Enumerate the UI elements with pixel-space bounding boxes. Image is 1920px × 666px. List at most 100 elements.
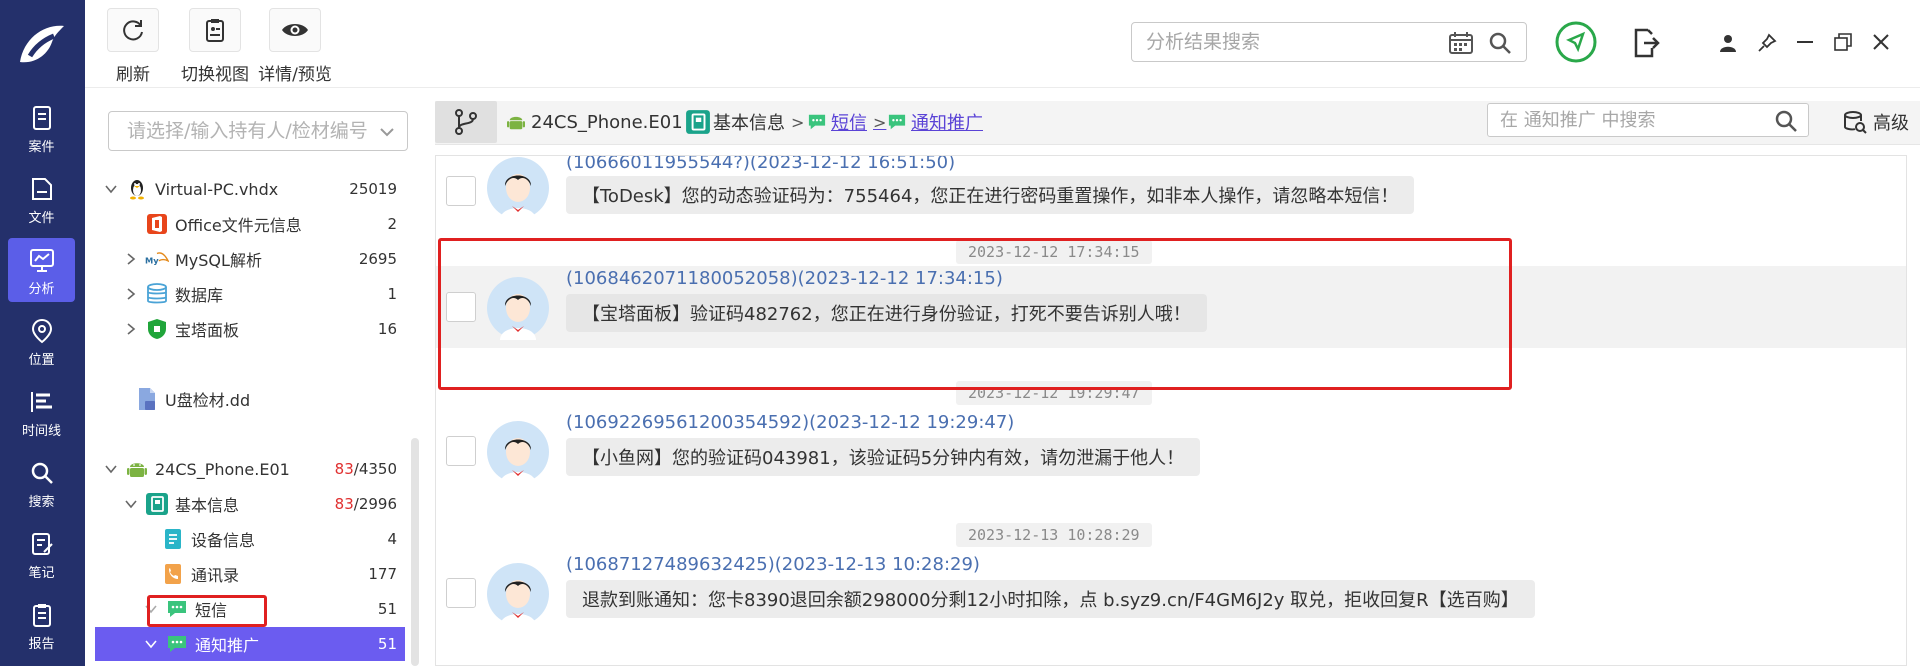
refresh-button[interactable]: 刷新 bbox=[107, 8, 159, 85]
avatar-icon bbox=[487, 277, 549, 340]
chevron-down-icon[interactable] bbox=[143, 601, 159, 617]
tree-item-baota[interactable]: 宝塔面板 16 bbox=[95, 312, 405, 346]
tree-item-count: 83/4350 bbox=[334, 460, 397, 478]
android-icon bbox=[507, 116, 525, 130]
list-item[interactable]: (10687127489632425)(2023-12-13 10:28:29)… bbox=[436, 552, 1906, 642]
tree-item-basic-info[interactable]: 基本信息 83/2996 bbox=[95, 487, 405, 521]
detail-preview-label: 详情/预览 bbox=[258, 65, 332, 85]
search-icon bbox=[31, 462, 53, 484]
sms-icon bbox=[165, 597, 189, 621]
avatar-icon bbox=[487, 421, 549, 484]
message-sender: (10666011955544?)(2023-12-12 16:51:50) bbox=[566, 155, 956, 173]
promo-search-box bbox=[1487, 103, 1809, 137]
nav-report[interactable]: 报告 bbox=[8, 593, 75, 657]
tree-item-device-info[interactable]: 设备信息 4 bbox=[95, 522, 405, 556]
tree-item-label: 设备信息 bbox=[191, 531, 256, 550]
timestamp-divider: 2023-12-12 17:34:15 bbox=[956, 240, 1152, 264]
list-item[interactable]: (10666011955544?)(2023-12-12 16:51:50) 【… bbox=[436, 156, 1906, 236]
avatar-icon bbox=[487, 157, 549, 220]
message-sender: (10687127489632425)(2023-12-13 10:28:29) bbox=[566, 554, 980, 575]
chevron-down-icon[interactable] bbox=[103, 461, 119, 477]
basic-info-icon bbox=[686, 110, 710, 134]
tree-item-virtual-pc[interactable]: Virtual-PC.vhdx 25019 bbox=[95, 172, 405, 206]
search-magnifier-icon[interactable] bbox=[1488, 31, 1512, 55]
report-icon bbox=[32, 604, 51, 627]
chevron-down-icon[interactable] bbox=[143, 636, 159, 652]
nav-analysis[interactable]: 分析 bbox=[8, 238, 75, 302]
tree-item-contacts[interactable]: 通讯录 177 bbox=[95, 557, 405, 591]
nav-file[interactable]: 文件 bbox=[8, 167, 75, 231]
tree-item-database[interactable]: 数据库 1 bbox=[95, 277, 405, 311]
tree-scrollbar[interactable] bbox=[411, 438, 419, 666]
nav-timeline[interactable]: 时间线 bbox=[8, 380, 75, 444]
holder-select-input[interactable] bbox=[109, 112, 369, 150]
nav-analysis-label: 分析 bbox=[28, 282, 55, 297]
evidence-tree-panel: Virtual-PC.vhdx 25019 Office文件元信息 2 My M… bbox=[85, 88, 420, 666]
calendar-icon[interactable] bbox=[1448, 31, 1474, 55]
detail-preview-button[interactable]: 详情/预览 bbox=[255, 8, 335, 85]
timestamp-divider: 2023-12-13 10:28:29 bbox=[956, 523, 1152, 547]
switch-view-button[interactable]: 切换视图 bbox=[180, 8, 250, 85]
message-checkbox[interactable] bbox=[446, 292, 476, 322]
tree-item-promo[interactable]: 通知推广 51 bbox=[95, 627, 405, 661]
crumb-device-label: 24CS_Phone.E01 bbox=[531, 111, 683, 133]
locate-pin-icon[interactable] bbox=[1554, 20, 1598, 64]
chevron-down-icon[interactable] bbox=[123, 496, 139, 512]
tree-item-label: Office文件元信息 bbox=[175, 216, 302, 235]
nav-location[interactable]: 位置 bbox=[8, 309, 75, 373]
crumb-device[interactable]: 24CS_Phone.E01> bbox=[507, 101, 708, 143]
search-magnifier-icon[interactable] bbox=[1774, 109, 1798, 133]
advanced-search-label: 高级 bbox=[1873, 113, 1909, 134]
tree-item-phone[interactable]: 24CS_Phone.E01 83/4350 bbox=[95, 452, 405, 486]
crumb-basic-label: 基本信息 bbox=[713, 113, 785, 134]
notes-icon bbox=[31, 533, 53, 555]
message-body: 【宝塔面板】验证码482762，您正在进行身份验证，打死不要告诉别人哦！ bbox=[566, 294, 1207, 332]
tree-item-mysql[interactable]: My MySQL解析 2695 bbox=[95, 242, 405, 276]
baota-shield-icon bbox=[145, 317, 169, 341]
nav-notes-label: 笔记 bbox=[28, 566, 55, 581]
chevron-down-icon[interactable] bbox=[377, 122, 397, 142]
tree-item-office-meta[interactable]: Office文件元信息 2 bbox=[95, 207, 405, 241]
holder-select[interactable] bbox=[108, 111, 408, 151]
analysis-icon bbox=[29, 249, 54, 272]
chevron-right-icon[interactable] bbox=[123, 321, 139, 337]
nav-case[interactable]: 案件 bbox=[8, 96, 75, 160]
user-icon[interactable] bbox=[1719, 34, 1737, 52]
chevron-right-icon[interactable] bbox=[123, 251, 139, 267]
message-sender: (1068462071180052058)(2023-12-12 17:34:1… bbox=[566, 268, 1003, 289]
message-checkbox[interactable] bbox=[446, 578, 476, 608]
mysql-icon: My bbox=[145, 247, 169, 271]
pin-icon[interactable] bbox=[1757, 33, 1777, 53]
crumb-promo[interactable]: 通知推广 bbox=[887, 101, 983, 143]
close-icon[interactable] bbox=[1872, 33, 1890, 51]
contacts-icon bbox=[161, 562, 185, 586]
timestamp-divider: 2023-12-12 19:29:47 bbox=[956, 381, 1152, 405]
analysis-search-input[interactable] bbox=[1132, 23, 1432, 61]
crumb-basic-info[interactable]: 基本信息 > bbox=[685, 101, 810, 143]
list-item[interactable]: (1068462071180052058)(2023-12-12 17:34:1… bbox=[436, 266, 1906, 348]
list-item[interactable]: (10692269561200354592)(2023-12-12 19:29:… bbox=[436, 410, 1906, 492]
analysis-search-box bbox=[1131, 22, 1527, 62]
chevron-down-icon[interactable] bbox=[103, 181, 119, 197]
refresh-label: 刷新 bbox=[116, 65, 150, 85]
message-body: 【小鱼网】您的验证码043981，该验证码5分钟内有效，请勿泄漏于他人！ bbox=[566, 438, 1201, 476]
minimize-icon[interactable] bbox=[1796, 40, 1814, 44]
nav-search[interactable]: 搜索 bbox=[8, 451, 75, 515]
export-icon[interactable] bbox=[1632, 28, 1660, 58]
tree-item-sms[interactable]: 短信 51 bbox=[95, 592, 405, 626]
left-nav: 案件 文件 分析 位置 时间线 搜索 笔记 报告 bbox=[0, 0, 85, 666]
restore-icon[interactable] bbox=[1834, 33, 1852, 51]
nav-search-label: 搜索 bbox=[28, 495, 55, 510]
message-checkbox[interactable] bbox=[446, 436, 476, 466]
nav-notes[interactable]: 笔记 bbox=[8, 522, 75, 586]
avatar-icon bbox=[487, 563, 549, 626]
tree-item-usb-image[interactable]: U盘检材.dd bbox=[95, 382, 405, 416]
promo-search-input[interactable] bbox=[1488, 104, 1758, 136]
crumb-sms[interactable]: 短信 > bbox=[807, 101, 892, 143]
advanced-search-button[interactable]: 高级 bbox=[1843, 109, 1909, 135]
advanced-search-icon bbox=[1844, 111, 1867, 134]
chevron-right-icon[interactable] bbox=[123, 286, 139, 302]
message-checkbox[interactable] bbox=[446, 176, 476, 206]
nav-timeline-label: 时间线 bbox=[21, 424, 61, 439]
branch-button[interactable] bbox=[435, 101, 497, 143]
